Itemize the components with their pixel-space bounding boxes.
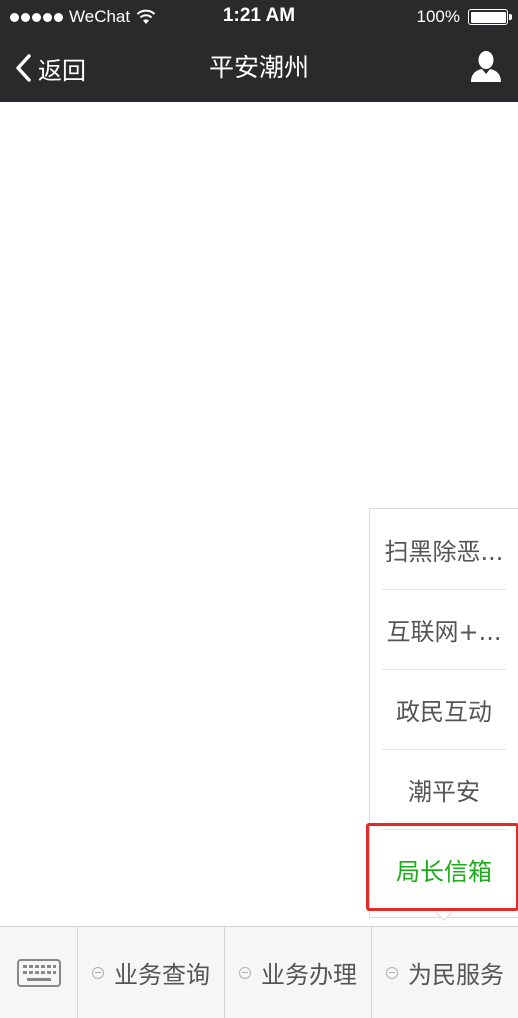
menu-dot-icon xyxy=(239,966,251,979)
menu-dot-icon xyxy=(386,966,398,979)
submenu-item-chao-pingan[interactable]: 潮平安 xyxy=(370,749,518,829)
menu-dot-icon xyxy=(92,966,104,979)
profile-button[interactable] xyxy=(470,50,502,84)
menu-tab-public-service[interactable]: 为民服务 xyxy=(372,927,518,1018)
back-button[interactable]: 返回 xyxy=(14,34,86,102)
status-right: 100% xyxy=(416,6,512,28)
navigation-bar: 返回 平安潮州 xyxy=(0,34,518,102)
menu-tab-business-handling[interactable]: 业务办理 xyxy=(225,927,372,1018)
submenu-pointer xyxy=(434,911,452,921)
submenu-item-zhengmin-hudong[interactable]: 政民互动 xyxy=(370,669,518,749)
keyboard-icon xyxy=(16,958,61,987)
battery-icon xyxy=(468,9,512,25)
menu-tab-business-query[interactable]: 业务查询 xyxy=(78,927,225,1018)
submenu-popup: 扫黑除恶... 互联网+... 政民互动 潮平安 局长信箱 xyxy=(369,508,518,918)
chevron-left-icon xyxy=(16,54,31,82)
user-icon xyxy=(471,51,501,82)
bottom-menu-bar: 业务查询 业务办理 为民服务 xyxy=(0,926,518,1018)
submenu-item-director-mailbox[interactable]: 局长信箱 xyxy=(370,829,518,909)
status-bar: WeChat 1:21 AM 100% xyxy=(0,0,518,34)
keyboard-toggle-button[interactable] xyxy=(0,927,78,1018)
menu-tab-label: 业务办理 xyxy=(261,961,357,989)
submenu-item-saohei[interactable]: 扫黑除恶... xyxy=(370,509,518,589)
battery-percentage: 100% xyxy=(416,7,460,26)
submenu-item-internet-plus[interactable]: 互联网+... xyxy=(370,589,518,669)
menu-tab-label: 业务查询 xyxy=(114,961,210,989)
back-label: 返回 xyxy=(38,56,86,85)
menu-tab-label: 为民服务 xyxy=(408,961,504,989)
